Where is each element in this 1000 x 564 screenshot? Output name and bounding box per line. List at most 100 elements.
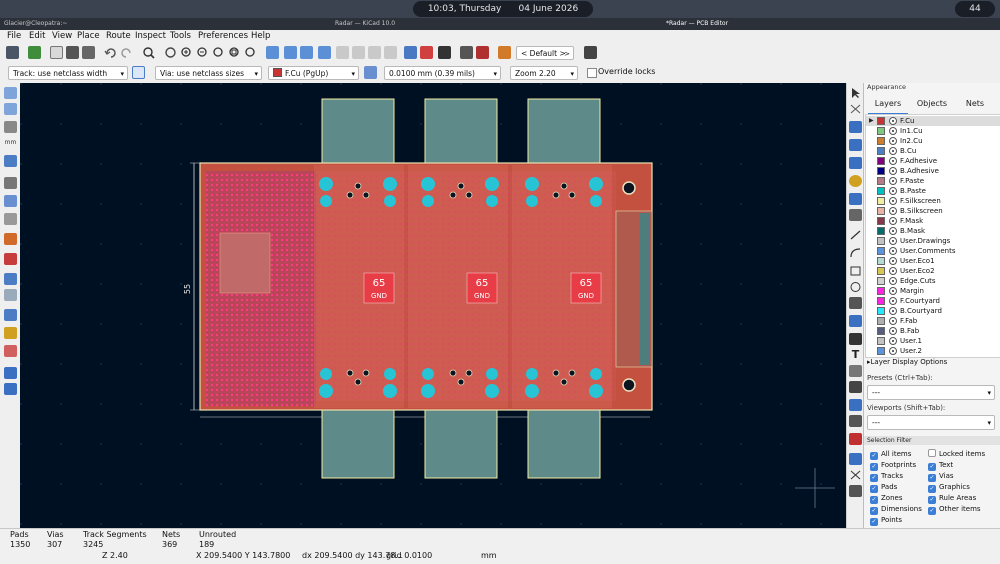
undo-icon[interactable] xyxy=(104,46,117,59)
pcb-canvas[interactable]: 65 GND 65 GND 65 GND 55 xyxy=(20,83,846,528)
layer-row-in2cu[interactable]: In2.Cu xyxy=(866,136,1000,146)
layer-alignment-icon[interactable] xyxy=(849,415,862,427)
zoom-in-icon[interactable] xyxy=(180,46,193,59)
layer-row-ffab[interactable]: F.Fab xyxy=(866,316,1000,326)
layer-row-user2[interactable]: User.2 xyxy=(866,346,1000,356)
group-icon[interactable] xyxy=(336,46,349,59)
notification-badge[interactable]: 44 xyxy=(955,1,995,17)
grid-origin-icon[interactable] xyxy=(849,453,862,465)
layer-row-bcu[interactable]: B.Cu xyxy=(866,146,1000,156)
menu-view[interactable]: View xyxy=(52,30,72,43)
add-table-icon[interactable] xyxy=(849,381,862,393)
draw-arc-icon[interactable] xyxy=(849,247,862,259)
layer-row-userdrawings[interactable]: User.Drawings xyxy=(866,236,1000,246)
refresh-icon[interactable] xyxy=(164,46,177,59)
add-zone-icon[interactable] xyxy=(849,193,862,205)
menu-help[interactable]: Help xyxy=(251,30,270,43)
rotate-ccw-icon[interactable] xyxy=(266,46,279,59)
tab-layers[interactable]: Layers xyxy=(868,95,908,115)
cursor-style-icon[interactable] xyxy=(4,155,17,167)
filter-vias[interactable]: ✓ Vias xyxy=(928,471,954,482)
save-icon[interactable] xyxy=(6,46,19,59)
curved-ratsnest-icon[interactable] xyxy=(4,195,17,207)
route-track-icon[interactable] xyxy=(849,139,862,151)
rule-area-icon[interactable] xyxy=(849,209,862,221)
add-dimension-icon[interactable] xyxy=(849,399,862,411)
delete-tool-icon[interactable] xyxy=(849,433,862,445)
layer-row-bsilkscreen[interactable]: B.Silkscreen xyxy=(866,206,1000,216)
high-contrast-icon[interactable] xyxy=(4,273,17,285)
zoom-selection-icon[interactable] xyxy=(244,46,257,59)
add-image-icon[interactable] xyxy=(849,333,862,345)
footprint-editor-icon[interactable] xyxy=(420,46,433,59)
filter-rule-areas[interactable]: ✓ Rule Areas xyxy=(928,493,976,504)
layer-row-bfab[interactable]: B.Fab xyxy=(866,326,1000,336)
menu-place[interactable]: Place xyxy=(77,30,100,43)
draw-polygon-icon[interactable] xyxy=(849,297,862,309)
lock-icon[interactable] xyxy=(368,46,381,59)
auto-width-icon[interactable] xyxy=(132,66,145,79)
layer-select[interactable]: F.Cu (PgUp) ▾ xyxy=(268,66,359,80)
filter-other-items[interactable]: ✓ Other items xyxy=(928,504,981,515)
show-pads-icon[interactable] xyxy=(4,213,17,225)
layer-row-badhesive[interactable]: B.Adhesive xyxy=(866,166,1000,176)
pcb-board-drawing[interactable]: 65 GND 65 GND 65 GND 55 xyxy=(20,83,846,528)
drc-markers-icon[interactable] xyxy=(4,345,17,357)
layer-row-in1cu[interactable]: In1.Cu xyxy=(866,126,1000,136)
menu-inspect[interactable]: Inspect xyxy=(135,30,166,43)
unlock-icon[interactable] xyxy=(384,46,397,59)
layer-row-fsilkscreen[interactable]: F.Silkscreen xyxy=(866,196,1000,206)
filter-zones[interactable]: ✓ Zones xyxy=(870,493,902,504)
route-diff-pair-icon[interactable] xyxy=(849,157,862,169)
layer-row-bpaste[interactable]: B.Paste xyxy=(866,186,1000,196)
footprint-browser-icon[interactable] xyxy=(438,46,451,59)
zoom-select[interactable]: Zoom 2.20 ▾ xyxy=(510,66,578,80)
menu-preferences[interactable]: Preferences xyxy=(198,30,248,43)
add-via-icon[interactable] xyxy=(849,175,862,187)
layer-row-fmask[interactable]: F.Mask xyxy=(866,216,1000,226)
layer-manager-icon[interactable] xyxy=(4,327,17,339)
tracks-outline-icon[interactable] xyxy=(4,253,17,265)
layer-row-usereco1[interactable]: User.Eco1 xyxy=(866,256,1000,266)
tab-nets[interactable]: Nets xyxy=(956,95,994,113)
units-mm-icon[interactable]: mm xyxy=(4,137,17,149)
layer-display-options-toggle[interactable]: ▸Layer Display Options xyxy=(867,358,947,366)
layer-row-bmask[interactable]: B.Mask xyxy=(866,226,1000,236)
grid-overrides-icon[interactable] xyxy=(4,103,17,115)
filter-pads[interactable]: ✓ Pads xyxy=(870,482,897,493)
layer-row-margin[interactable]: Margin xyxy=(866,286,1000,296)
add-textbox-icon[interactable] xyxy=(849,365,862,377)
appearance-panel-icon[interactable] xyxy=(4,309,17,321)
select-arrow-icon[interactable] xyxy=(849,87,862,99)
viewports-select[interactable]: --- ▾ xyxy=(867,415,995,430)
properties-panel-icon[interactable] xyxy=(4,367,17,379)
layer-row-user1[interactable]: User.1 xyxy=(866,336,1000,346)
filter-tracks[interactable]: ✓ Tracks xyxy=(870,471,903,482)
layer-row-bcourtyard[interactable]: B.Courtyard xyxy=(866,306,1000,316)
menu-file[interactable]: File xyxy=(7,30,21,43)
menu-tools[interactable]: Tools xyxy=(170,30,191,43)
draw-circle-icon[interactable] xyxy=(849,281,862,293)
filter-points[interactable]: ✓ Points xyxy=(870,515,902,526)
menu-edit[interactable]: Edit xyxy=(29,30,45,43)
grid-toggle-icon[interactable] xyxy=(4,87,17,99)
flip-icon[interactable] xyxy=(300,46,313,59)
menu-route[interactable]: Route xyxy=(106,30,131,43)
board-setup-icon[interactable] xyxy=(28,46,41,59)
layer-row-fpaste[interactable]: F.Paste xyxy=(866,176,1000,186)
rotate-cw-icon[interactable] xyxy=(284,46,297,59)
local-ratsnest-icon[interactable] xyxy=(849,103,862,115)
redo-icon[interactable] xyxy=(120,46,133,59)
search-panel-icon[interactable] xyxy=(4,383,17,395)
clock-pill[interactable]: 10:03, Thursday 04 June 2026 xyxy=(413,1,593,17)
layer-row-fadhesive[interactable]: F.Adhesive xyxy=(866,156,1000,166)
find-icon[interactable] xyxy=(142,46,155,59)
override-locks-checkbox[interactable] xyxy=(587,68,597,78)
netlist-icon[interactable] xyxy=(404,46,417,59)
draw-rect-icon[interactable] xyxy=(849,265,862,277)
filter-all-items[interactable]: ✓ All items xyxy=(870,449,911,460)
add-text-icon[interactable]: T xyxy=(849,349,862,361)
layer-row-usereco2[interactable]: User.Eco2 xyxy=(866,266,1000,276)
drill-origin-icon[interactable] xyxy=(849,469,862,481)
filter-footprints[interactable]: ✓ Footprints xyxy=(870,460,916,471)
